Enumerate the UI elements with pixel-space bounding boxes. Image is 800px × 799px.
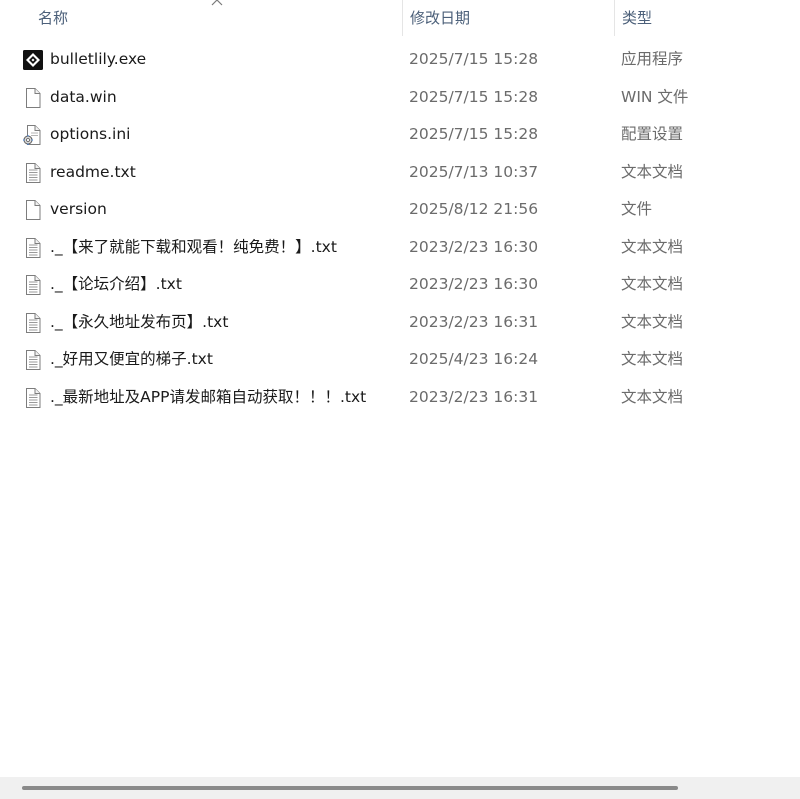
file-type: 配置设置 [621,125,684,143]
file-row[interactable]: bulletlily.exe 2025/7/15 15:28 应用程序 [0,41,800,79]
file-type: 文本文档 [621,237,684,256]
file-name: readme.txt [50,162,136,181]
file-type: 文本文档 [621,312,684,331]
text-file-icon [22,349,44,371]
file-row[interactable]: readme.txt 2025/7/13 10:37 文本文档 [0,154,800,192]
text-file-icon [22,162,44,184]
column-header-type-label: 类型 [622,9,653,27]
file-name: bulletlily.exe [50,50,147,68]
file-modified-date: 2023/2/23 16:31 [409,312,539,331]
file-type: 文本文档 [621,162,684,181]
file-row[interactable]: ._好用又便宜的梯子.txt 2025/4/23 16:24 文本文档 [0,341,800,379]
scrollbar-thumb[interactable] [22,786,678,790]
blank-file-icon [22,199,44,221]
file-modified-date: 2025/7/15 15:28 [409,50,539,68]
file-type: 文本文档 [621,275,684,293]
file-name: version [50,200,107,218]
file-modified-date: 2025/4/23 16:24 [409,350,539,368]
horizontal-scrollbar[interactable] [0,777,800,799]
blank-file-icon [22,87,44,109]
file-name: ._好用又便宜的梯子.txt [50,350,213,368]
text-file-icon [22,274,44,296]
file-list: bulletlily.exe 2025/7/15 15:28 应用程序 data.wi… [0,41,800,416]
file-row[interactable]: ._【来了就能下载和观看！纯免费！】.txt 2023/2/23 16:30 文本文… [0,229,800,267]
column-header-name-label: 名称 [38,9,69,27]
file-type: WIN 文件 [621,87,689,106]
text-file-icon [22,312,44,334]
file-name: ._【永久地址发布页】.txt [50,312,229,331]
file-row[interactable]: ._【论坛介绍】.txt 2023/2/23 16:30 文本文档 [0,266,800,304]
config-file-icon [22,124,44,146]
file-row[interactable]: data.win 2025/7/15 15:28 WIN 文件 [0,79,800,117]
column-header-date-label: 修改日期 [410,9,471,27]
file-modified-date: 2025/7/15 15:28 [409,87,539,106]
file-name: ._【来了就能下载和观看！纯免费！】.txt [50,237,337,256]
text-file-icon [22,387,44,409]
file-type: 应用程序 [621,50,684,68]
file-row[interactable]: version 2025/8/12 21:56 文件 [0,191,800,229]
file-modified-date: 2023/2/23 16:30 [409,237,539,256]
column-header-date[interactable]: 修改日期 [402,0,614,36]
file-row[interactable]: ._【永久地址发布页】.txt 2023/2/23 16:31 文本文档 [0,304,800,342]
file-name: data.win [50,87,117,106]
app-icon [22,49,44,71]
file-name: ._【论坛介绍】.txt [50,275,182,293]
file-type: 文本文档 [621,350,684,368]
column-header-type[interactable]: 类型 [614,0,800,36]
file-explorer: 名称 修改日期 类型 bulletlily.exe 2025/7/15 15:28… [0,0,800,799]
file-row[interactable]: options.ini 2025/7/15 15:28 配置设置 [0,116,800,154]
file-row[interactable]: ._最新地址及APP请发邮箱自动获取！！！.txt 2023/2/23 16:31… [0,379,800,417]
file-type: 文本文档 [621,387,684,406]
file-modified-date: 2023/2/23 16:31 [409,387,539,406]
text-file-icon [22,237,44,259]
sort-ascending-icon [211,0,223,6]
file-name: options.ini [50,125,131,143]
file-modified-date: 2025/7/13 10:37 [409,162,539,181]
column-header-bar: 名称 修改日期 类型 [0,0,800,36]
column-header-name[interactable]: 名称 [0,0,402,36]
file-modified-date: 2025/7/15 15:28 [409,125,539,143]
file-name: ._最新地址及APP请发邮箱自动获取！！！.txt [50,387,367,406]
file-type: 文件 [621,200,653,218]
file-modified-date: 2023/2/23 16:30 [409,275,539,293]
file-modified-date: 2025/8/12 21:56 [409,200,539,218]
